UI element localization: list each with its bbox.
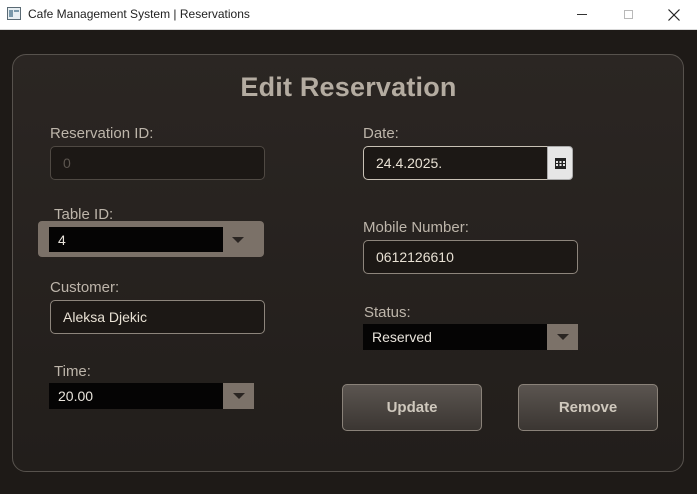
table-id-combo[interactable]: 4 [49, 227, 253, 252]
maximize-icon [623, 10, 633, 19]
mobile-number-label: Mobile Number: [363, 219, 469, 236]
close-button[interactable] [651, 0, 697, 29]
status-label: Status: [364, 304, 411, 321]
close-icon [668, 8, 680, 21]
customer-label: Customer: [50, 279, 120, 296]
title-bar: Cafe Management System | Reservations [0, 0, 697, 30]
reservation-id-label: Reservation ID: [50, 125, 154, 142]
mobile-number-field[interactable]: 0612126610 [363, 240, 578, 274]
status-combo[interactable]: Reserved [363, 324, 578, 350]
time-label: Time: [54, 363, 91, 380]
status-value: Reserved [372, 329, 432, 345]
calendar-icon [554, 157, 566, 169]
reservation-id-field: 0 [50, 146, 265, 180]
chevron-down-icon[interactable] [223, 227, 253, 252]
customer-field[interactable]: Aleksa Djekic [50, 300, 265, 334]
page-title: Edit Reservation [240, 72, 457, 102]
chevron-down-icon[interactable] [547, 324, 578, 350]
time-value: 20.00 [58, 388, 94, 404]
minimize-button[interactable] [559, 0, 605, 29]
app-icon [7, 7, 21, 20]
maximize-button[interactable] [605, 0, 651, 29]
calendar-button[interactable] [547, 146, 573, 180]
date-field[interactable]: 24.4.2025. [363, 146, 549, 180]
table-id-value: 4 [58, 231, 66, 248]
chevron-down-icon[interactable] [223, 383, 254, 409]
update-button[interactable]: Update [342, 384, 482, 431]
window-title: Cafe Management System | Reservations [28, 7, 250, 21]
remove-button[interactable]: Remove [518, 384, 658, 431]
time-combo[interactable]: 20.00 [49, 383, 254, 409]
date-label: Date: [363, 125, 399, 142]
minimize-icon [577, 14, 587, 15]
